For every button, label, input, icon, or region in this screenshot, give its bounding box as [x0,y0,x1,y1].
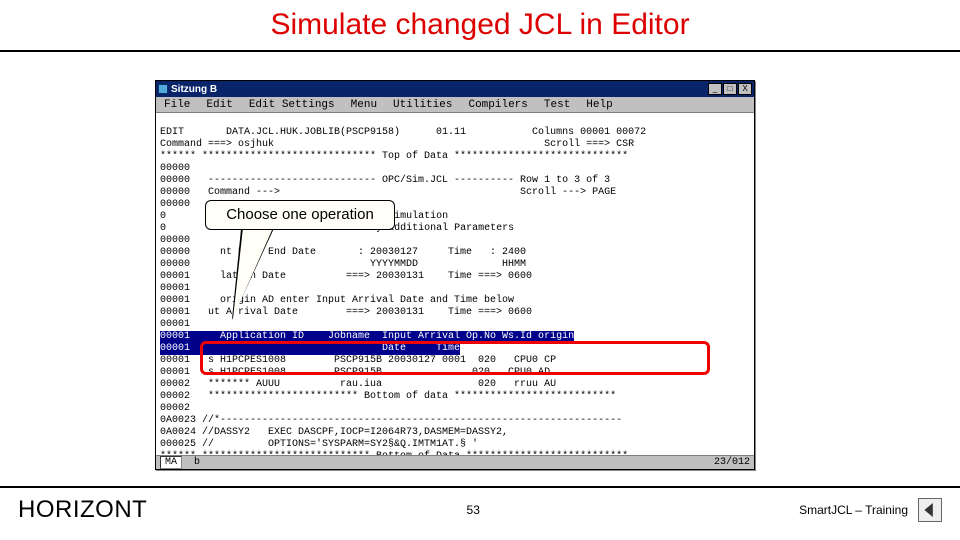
app-icon [158,84,168,94]
term-line: 00002 [160,403,190,414]
term-line: 00000 YYYYMMDD HHMM [160,259,526,270]
term-line: 00001 [160,319,190,330]
status-cursor-pos: 23/012 [714,456,750,469]
menu-test[interactable]: Test [536,97,578,112]
term-line: 00001 origin AD enter Input Arrival Date… [160,295,514,306]
status-ma: MA [160,456,182,469]
close-button[interactable]: X [738,83,752,95]
term-line: 00000 Command ---> Scroll ---> PAGE [160,187,616,198]
footer: HORIZONT 53 SmartJCL – Training [0,490,960,530]
menubar: File Edit Edit Settings Menu Utilities C… [156,97,754,113]
term-line: 0A0023 //*------------------------------… [160,415,622,426]
menu-utilities[interactable]: Utilities [385,97,460,112]
callout: Choose one operation [205,200,395,230]
menu-menu[interactable]: Menu [343,97,385,112]
term-line: EDIT DATA.JCL.HUK.JOBLIB(PSCP9158) 01.11… [160,127,646,138]
term-line: 00001 ut Arrival Date ===> 20030131 Time… [160,307,532,318]
minimize-button[interactable]: _ [708,83,722,95]
term-line: ****** **************************** Bott… [160,451,628,455]
term-line: 00002 ******* AUUU rau.iua 020 rruu AU [160,379,556,390]
term-line: 00000 [160,163,190,174]
footer-divider [0,486,960,488]
term-line: Command ===> osjhuk Scroll ===> CSR [160,139,634,150]
menu-file[interactable]: File [156,97,198,112]
slide-title: Simulate changed JCL in Editor [0,0,960,42]
term-line: 000025 // OPTIONS='SYSPARM=SY2§&Q.IMTM1A… [160,439,478,450]
status-mid: b [194,457,200,468]
highlight-box [200,341,710,375]
term-line: 00001 [160,283,190,294]
term-line: 00000 ---------------------------- OPC/S… [160,175,610,186]
term-line: 00000 [160,235,190,246]
maximize-button[interactable]: □ [723,83,737,95]
term-line: 00002 ************************* Bottom o… [160,391,616,402]
term-line: ****** ***************************** Top… [160,151,628,162]
page-number: 53 [467,503,480,517]
course-label: SmartJCL – Training [799,503,908,517]
term-line: 0 [160,223,166,234]
menu-compilers[interactable]: Compilers [460,97,535,112]
menu-help[interactable]: Help [578,97,620,112]
window-title: Sitzung B [171,84,217,95]
window-titlebar: Sitzung B _ □ X [156,81,754,97]
brand-logo: HORIZONT [18,496,147,524]
menu-edit[interactable]: Edit [198,97,240,112]
term-line: 00001 lation Date ===> 20030131 Time ===… [160,271,532,282]
term-line: 00000 [160,199,190,210]
menu-edit-settings[interactable]: Edit Settings [241,97,343,112]
term-line: 0A0024 //DASSY2 EXEC DASCPF,IOCP=I2064R7… [160,427,508,438]
title-divider [0,50,960,52]
term-line: 0 [160,211,166,222]
chevron-left-icon [923,503,937,517]
term-line: 00000 nt Plan End Date : 20030127 Time :… [160,247,526,258]
prev-slide-button[interactable] [918,498,942,522]
statusbar: MA b 23/012 [156,455,754,469]
